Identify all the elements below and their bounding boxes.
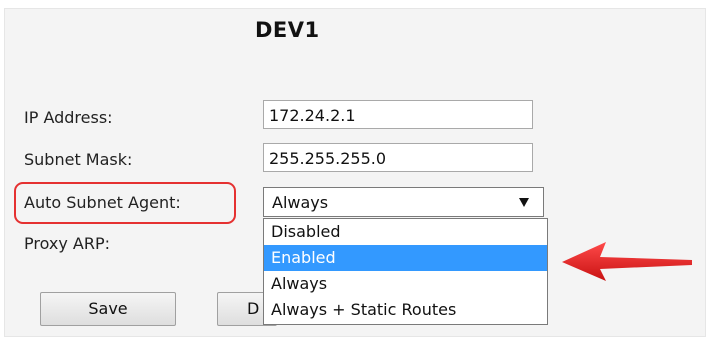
page-title: DEV1 xyxy=(255,18,320,42)
ip-address-field[interactable]: 172.24.2.1 xyxy=(263,100,533,129)
auto-subnet-agent-options: Disabled Enabled Always Always + Static … xyxy=(263,218,548,325)
save-button[interactable]: Save xyxy=(40,292,176,326)
arrow-left-icon xyxy=(562,242,692,281)
proxy-arp-label: Proxy ARP: xyxy=(24,234,111,253)
option-always-static-routes[interactable]: Always + Static Routes xyxy=(264,297,547,323)
subnet-mask-label: Subnet Mask: xyxy=(24,150,133,169)
red-highlight-outline xyxy=(14,182,236,224)
option-always[interactable]: Always xyxy=(264,271,547,297)
option-enabled[interactable]: Enabled xyxy=(264,245,547,271)
option-disabled[interactable]: Disabled xyxy=(264,219,547,245)
subnet-mask-field[interactable]: 255.255.255.0 xyxy=(263,143,533,172)
chevron-down-icon xyxy=(519,198,529,207)
select-current-value: Always xyxy=(272,193,329,212)
auto-subnet-agent-select[interactable]: Always xyxy=(263,187,544,217)
ip-address-label: IP Address: xyxy=(24,108,113,127)
